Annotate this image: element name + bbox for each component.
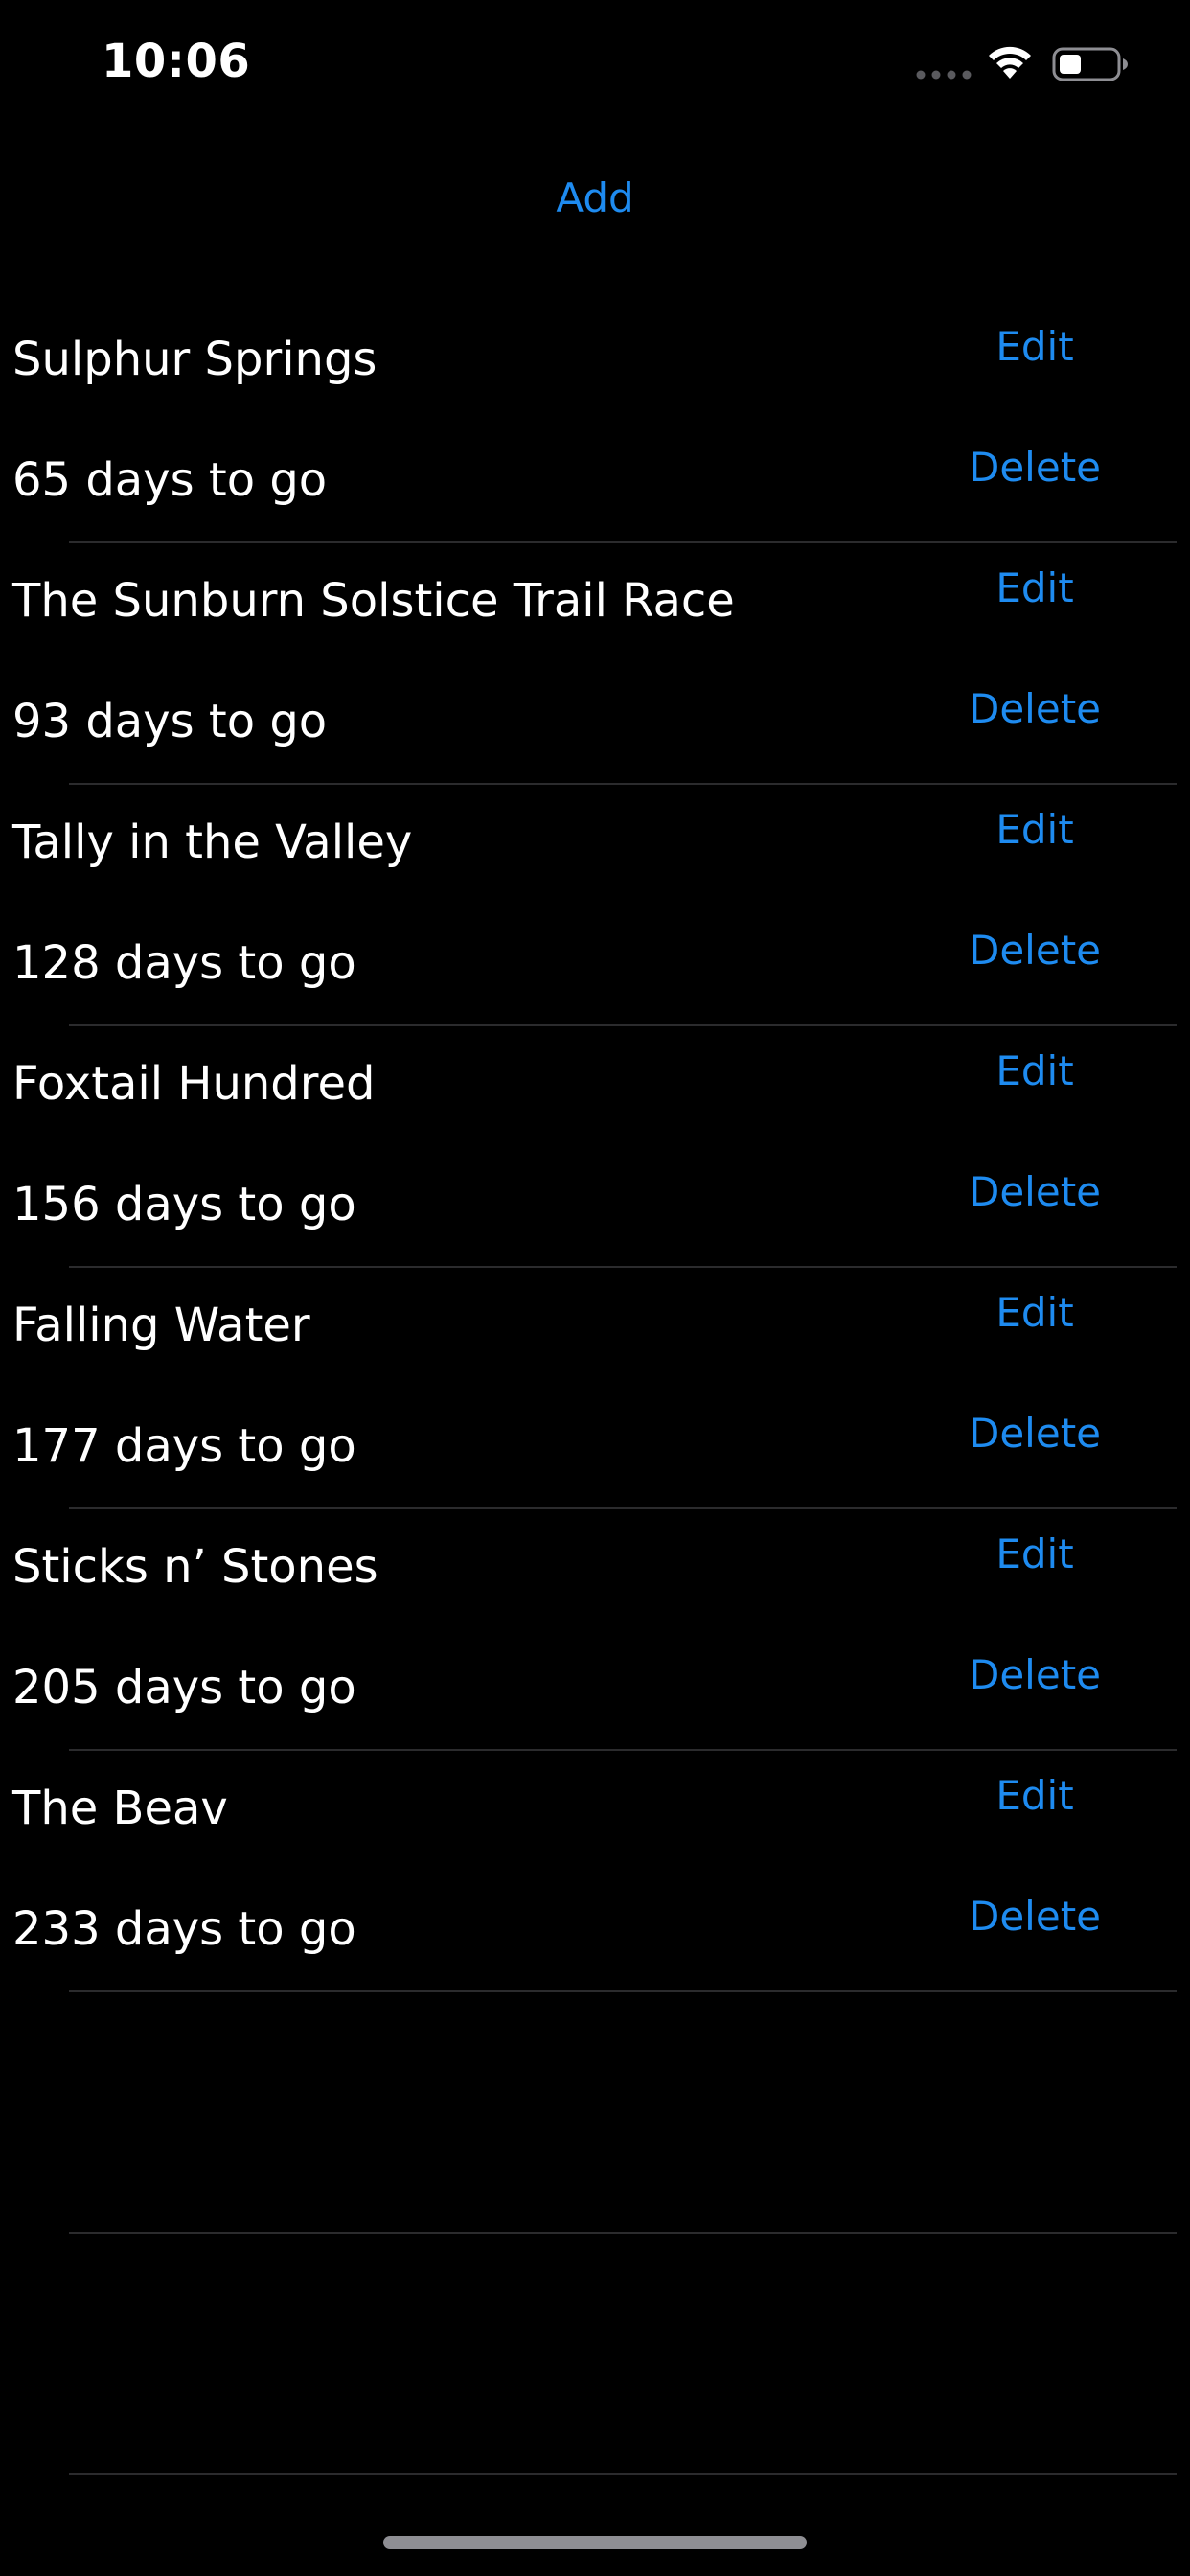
delete-button[interactable]: Delete [939, 927, 1131, 974]
race-name: The Beav [12, 1782, 228, 1835]
race-name: Foxtail Hundred [12, 1057, 376, 1111]
days-to-go: 93 days to go [12, 695, 328, 748]
race-row: Foxtail Hundred 156 days to go Edit Dele… [0, 1026, 1190, 1268]
delete-button[interactable]: Delete [939, 444, 1131, 491]
status-bar: 10:06 [0, 0, 1190, 134]
days-to-go: 177 days to go [12, 1419, 356, 1473]
race-row: The Beav 233 days to go Edit Delete [0, 1751, 1190, 1992]
edit-button[interactable]: Edit [939, 1289, 1131, 1336]
delete-button[interactable]: Delete [939, 1893, 1131, 1940]
edit-button[interactable]: Edit [939, 1530, 1131, 1577]
days-to-go: 65 days to go [12, 453, 328, 507]
days-to-go: 128 days to go [12, 936, 356, 990]
race-row: Sticks n’ Stones 205 days to go Edit Del… [0, 1509, 1190, 1751]
delete-button[interactable]: Delete [939, 1410, 1131, 1457]
race-name: The Sunburn Solstice Trail Race [12, 574, 735, 628]
race-list: Sulphur Springs 65 days to go Edit Delet… [0, 302, 1190, 2475]
race-row: Tally in the Valley 128 days to go Edit … [0, 785, 1190, 1026]
edit-button[interactable]: Edit [939, 806, 1131, 853]
add-button[interactable]: Add [0, 174, 1190, 221]
home-indicator[interactable] [383, 2536, 807, 2549]
edit-button[interactable]: Edit [939, 564, 1131, 611]
delete-button[interactable]: Delete [939, 1651, 1131, 1698]
delete-button[interactable]: Delete [939, 685, 1131, 732]
days-to-go: 205 days to go [12, 1661, 356, 1714]
edit-button[interactable]: Edit [939, 323, 1131, 370]
days-to-go: 233 days to go [12, 1902, 356, 1956]
race-row: Sulphur Springs 65 days to go Edit Delet… [0, 302, 1190, 543]
row-separator [69, 2473, 1177, 2475]
race-name: Sticks n’ Stones [12, 1540, 378, 1594]
wifi-icon [989, 46, 1031, 79]
race-row: The Sunburn Solstice Trail Race 93 days … [0, 543, 1190, 785]
empty-row [0, 2234, 1190, 2475]
race-row: Falling Water 177 days to go Edit Delete [0, 1268, 1190, 1509]
edit-button[interactable]: Edit [939, 1772, 1131, 1819]
battery-icon [1052, 47, 1128, 81]
empty-row [0, 1992, 1190, 2234]
signal-dots-icon [916, 70, 972, 80]
race-name: Tally in the Valley [12, 816, 413, 869]
race-name: Sulphur Springs [12, 333, 378, 386]
status-time: 10:06 [102, 34, 251, 88]
edit-button[interactable]: Edit [939, 1047, 1131, 1094]
delete-button[interactable]: Delete [939, 1168, 1131, 1215]
days-to-go: 156 days to go [12, 1178, 356, 1231]
race-name: Falling Water [12, 1299, 310, 1352]
